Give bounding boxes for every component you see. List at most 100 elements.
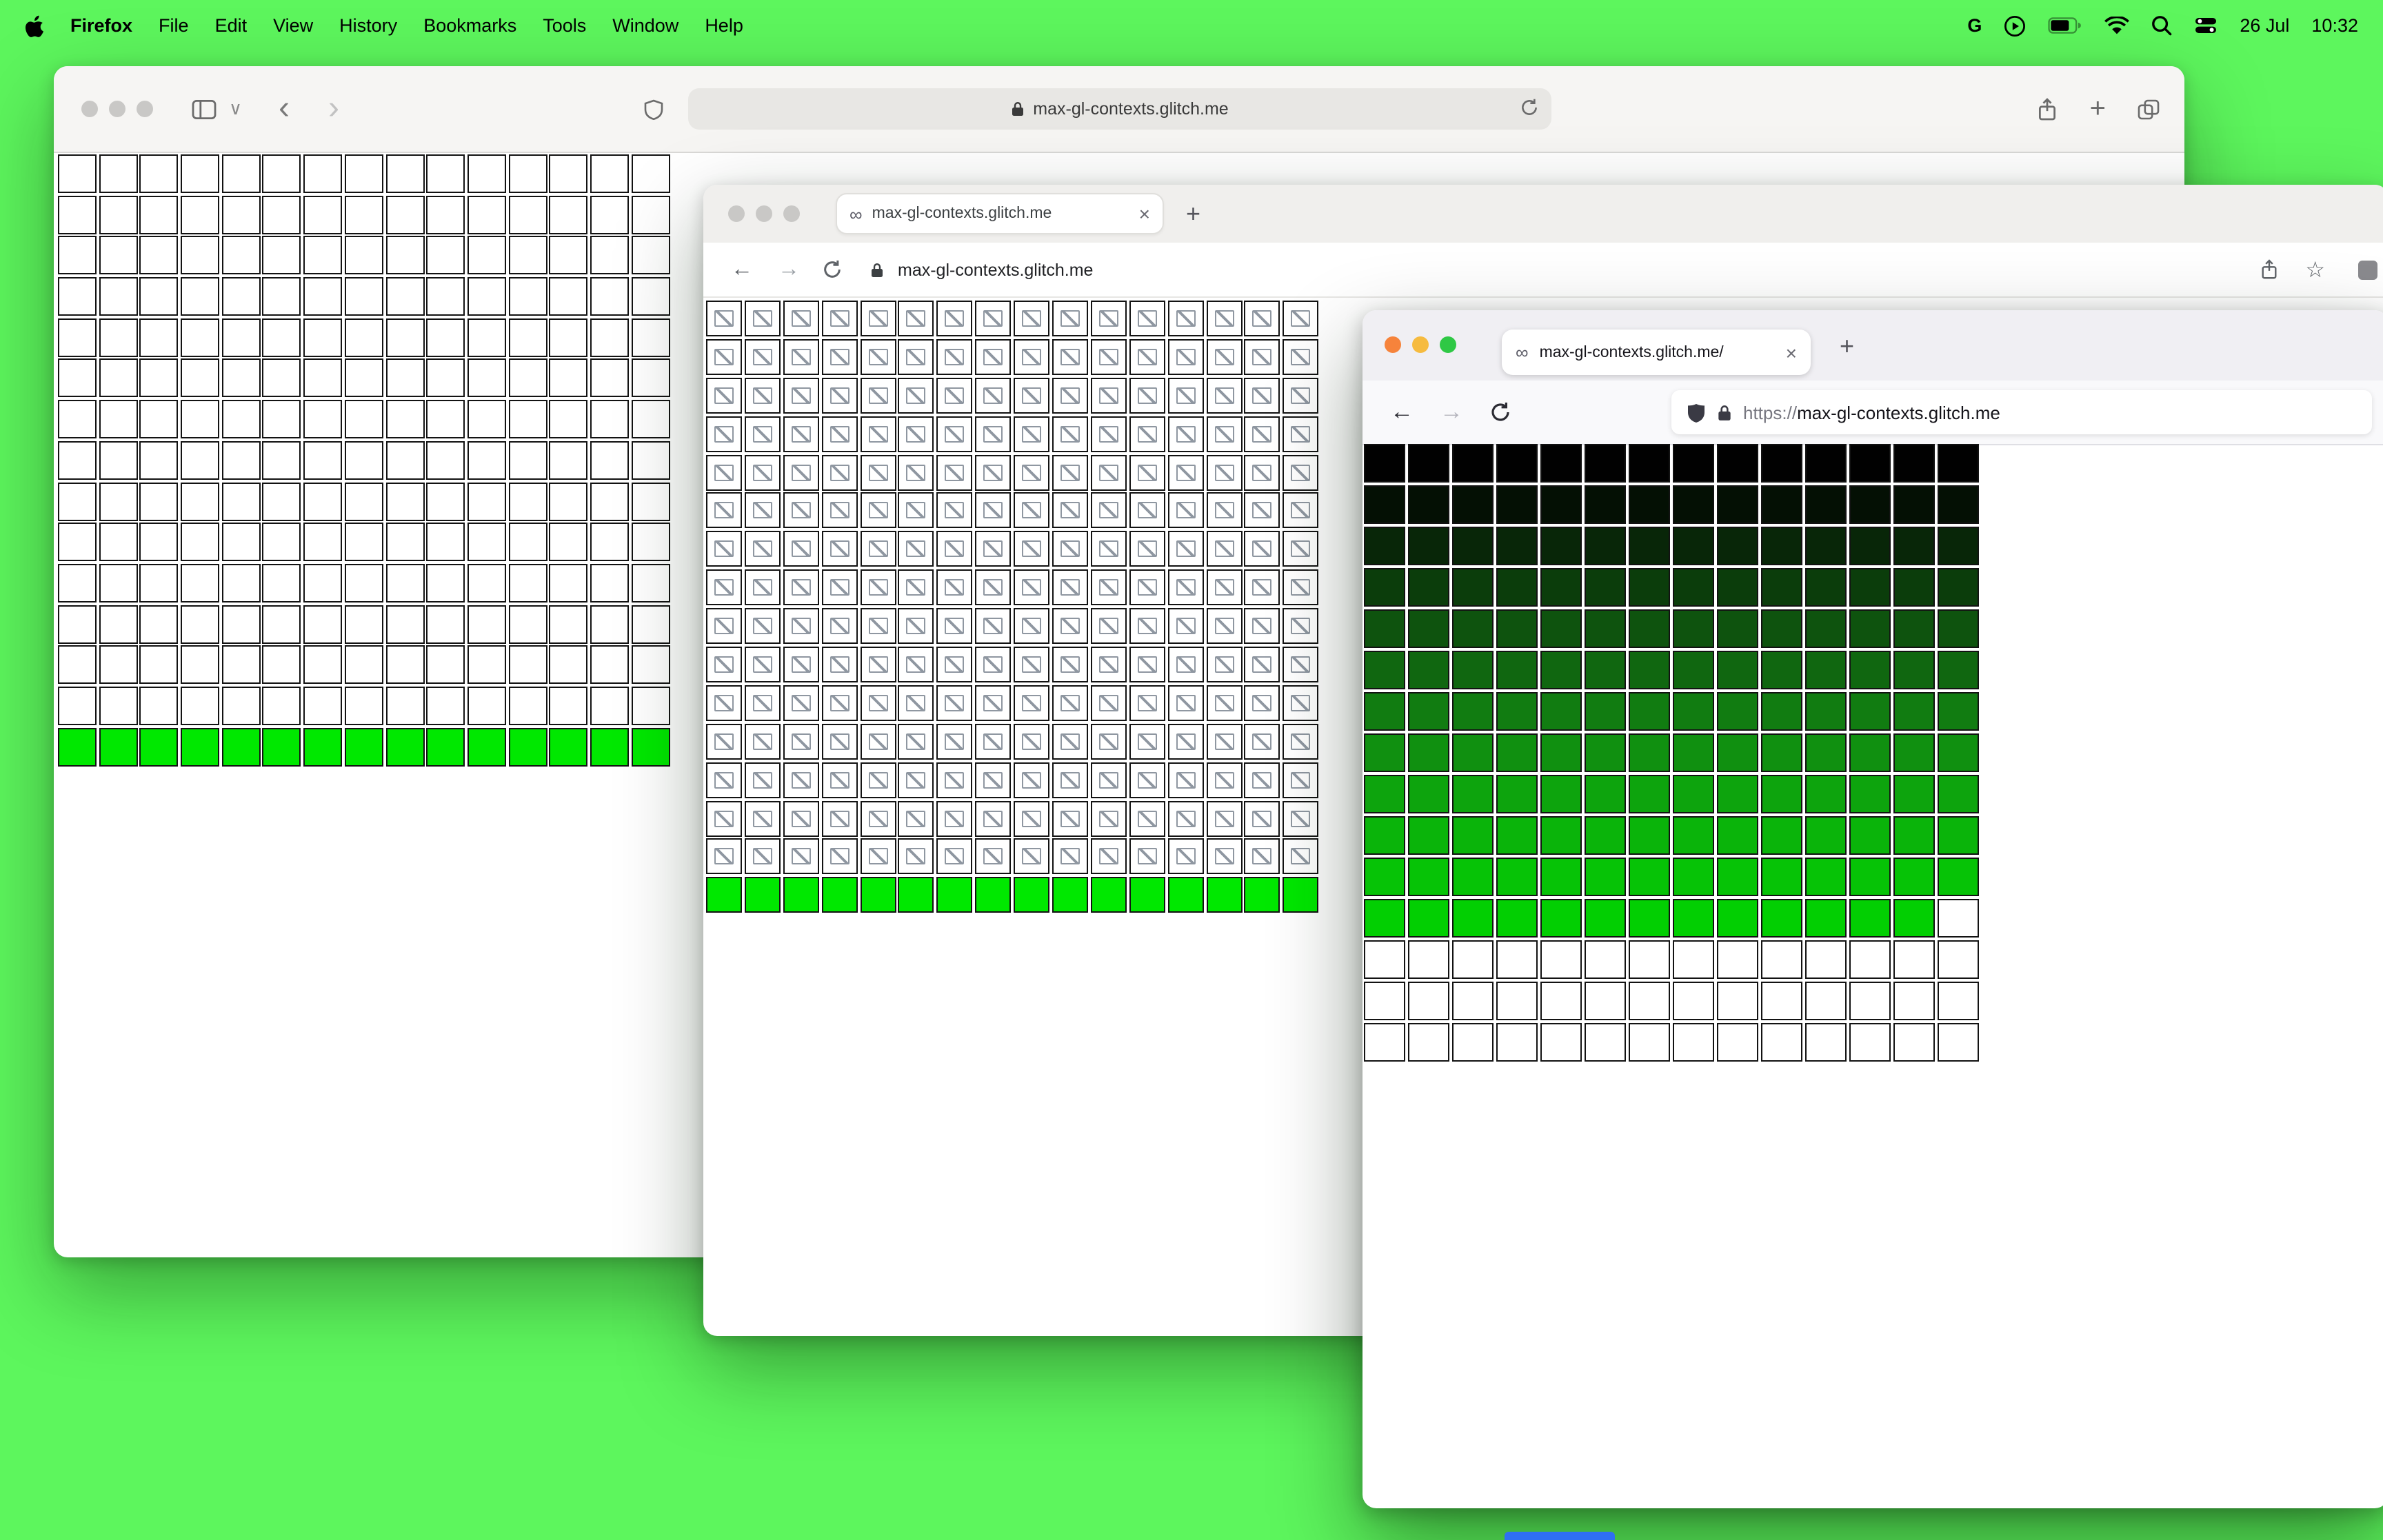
share-icon[interactable] (2037, 66, 2058, 152)
canvas-cell (936, 492, 973, 529)
canvas-cell (744, 531, 781, 567)
broken-image-icon (1022, 387, 1042, 404)
menu-bar-clock[interactable]: 10:32 (2311, 15, 2358, 36)
tab-max-gl-contexts[interactable]: ∞ max-gl-contexts.glitch.me/ × (1502, 330, 1811, 375)
broken-image-icon (1291, 464, 1311, 481)
canvas-cell (898, 569, 934, 606)
canvas-cell (303, 523, 343, 562)
minimize-button[interactable] (109, 101, 125, 117)
bookmark-star-icon[interactable]: ☆ (2305, 243, 2325, 296)
zoom-button[interactable] (137, 101, 153, 117)
menu-item-file[interactable]: File (159, 15, 189, 36)
menu-item-view[interactable]: View (273, 15, 313, 36)
minimize-button[interactable] (756, 205, 772, 222)
canvas-cell (1244, 762, 1280, 798)
canvas-cell (1167, 608, 1204, 645)
url-field[interactable]: https://max-gl-contexts.glitch.me (1671, 390, 2372, 434)
canvas-cell (99, 645, 138, 685)
broken-image-icon (1214, 540, 1234, 558)
apple-menu-icon[interactable] (25, 14, 44, 37)
menu-item-bookmarks[interactable]: Bookmarks (423, 15, 516, 36)
menu-item-window[interactable]: Window (612, 15, 678, 36)
canvas-cell (1629, 940, 1670, 979)
canvas-cell (821, 877, 858, 913)
forward-button[interactable]: › (328, 66, 339, 152)
back-button[interactable]: ← (1390, 381, 1414, 444)
canvas-cell (1849, 775, 1891, 813)
close-button[interactable] (81, 101, 98, 117)
canvas-cell (631, 277, 670, 316)
menu-app-name[interactable]: Firefox (70, 15, 132, 36)
lock-icon[interactable] (870, 243, 884, 296)
zoom-button[interactable] (783, 205, 800, 222)
canvas-cell (1014, 416, 1050, 452)
menu-item-edit[interactable]: Edit (215, 15, 248, 36)
canvas-cell (936, 647, 973, 683)
forward-button[interactable]: → (1440, 381, 1463, 444)
battery-icon[interactable] (2048, 17, 2082, 34)
canvas-cell (426, 400, 465, 439)
new-tab-button[interactable]: + (1840, 310, 1854, 381)
canvas-cell (139, 440, 179, 480)
canvas-cell (1629, 858, 1670, 896)
canvas-cell (1496, 568, 1538, 607)
canvas-cell (1938, 609, 1979, 648)
privacy-shield-icon[interactable] (644, 66, 663, 152)
canvas-cell (344, 727, 383, 767)
reload-icon[interactable] (1489, 381, 1511, 444)
tab-overview-icon[interactable] (2138, 66, 2160, 152)
canvas-cell (1540, 651, 1582, 689)
sidebar-toggle-icon[interactable] (192, 66, 217, 152)
canvas-cell (936, 531, 973, 567)
tab-close-icon[interactable]: × (1139, 204, 1150, 223)
canvas-cell (1052, 416, 1089, 452)
close-button[interactable] (728, 205, 745, 222)
broken-image-icon (1214, 694, 1234, 711)
new-tab-button[interactable]: + (1186, 185, 1200, 243)
canvas-cell (1052, 647, 1089, 683)
share-icon[interactable] (2260, 243, 2278, 296)
grammarly-icon[interactable]: G (1967, 15, 1982, 36)
tab-close-icon[interactable]: × (1786, 343, 1797, 362)
broken-image-icon (1176, 771, 1196, 789)
broken-image-icon (1098, 502, 1118, 519)
menu-bar-date[interactable]: 26 Jul (2240, 15, 2289, 36)
play-circle-icon[interactable] (2004, 14, 2026, 37)
firefox-window-front[interactable]: ∞ max-gl-contexts.glitch.me/ × + ← → htt… (1363, 310, 2383, 1508)
new-tab-button[interactable]: + (2090, 66, 2106, 152)
canvas-cell (1408, 940, 1449, 979)
canvas-cell (221, 318, 261, 357)
canvas-cell (706, 301, 742, 336)
close-button[interactable] (1385, 336, 1401, 353)
menu-item-tools[interactable]: Tools (543, 15, 586, 36)
menu-item-help[interactable]: Help (705, 15, 743, 36)
canvas-cell (1540, 527, 1582, 565)
canvas-cell (975, 454, 1012, 491)
tab-max-gl-contexts[interactable]: ∞ max-gl-contexts.glitch.me × (836, 193, 1164, 234)
canvas-cell (1540, 775, 1582, 813)
broken-image-icon (752, 310, 772, 327)
canvas-cell (1717, 816, 1758, 855)
canvas-cell (344, 358, 383, 398)
tracking-shield-icon[interactable] (1687, 402, 1706, 423)
zoom-button[interactable] (1440, 336, 1456, 353)
minimize-button[interactable] (1412, 336, 1429, 353)
control-center-icon[interactable] (2194, 17, 2218, 34)
canvas-cell (1629, 444, 1670, 483)
wifi-icon[interactable] (2104, 16, 2130, 35)
lock-icon[interactable] (1717, 403, 1732, 421)
reload-icon[interactable] (1520, 98, 1539, 121)
chevron-down-icon[interactable]: ∨ (229, 66, 242, 152)
url-text[interactable]: max-gl-contexts.glitch.me (898, 243, 1093, 296)
url-field[interactable]: max-gl-contexts.glitch.me (688, 88, 1551, 130)
search-icon[interactable] (2151, 15, 2172, 36)
canvas-cell (821, 454, 858, 491)
back-button[interactable]: ‹ (279, 66, 290, 152)
broken-image-icon (1098, 618, 1118, 635)
back-button[interactable]: ← (731, 243, 753, 296)
forward-button[interactable]: → (778, 243, 800, 296)
menu-item-history[interactable]: History (339, 15, 397, 36)
reload-icon[interactable] (822, 243, 843, 296)
canvas-cell (898, 800, 934, 837)
extension-icon[interactable] (2358, 243, 2377, 296)
